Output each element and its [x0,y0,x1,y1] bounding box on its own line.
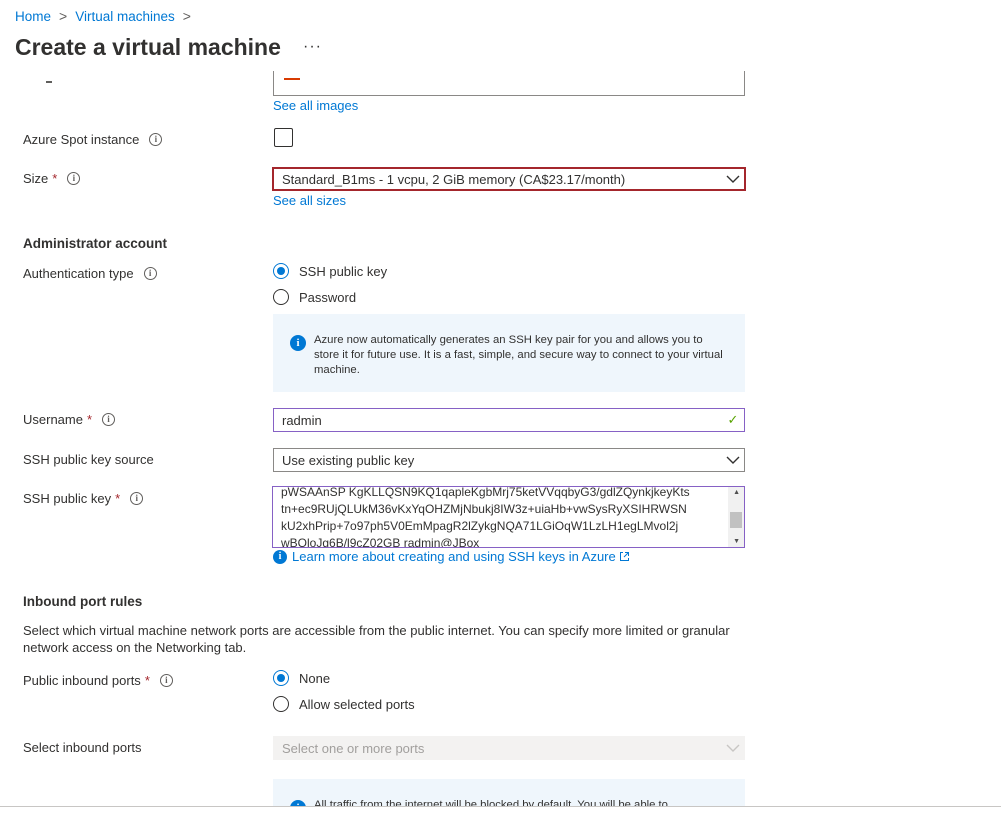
required-marker: * [86,412,93,427]
inbound-rules-description: Select which virtual machine network por… [23,623,730,655]
chevron-down-icon [722,737,744,759]
external-link-icon [619,552,629,561]
form-scroll-area[interactable]: See all images Azure Spot instance i Siz… [0,71,1001,807]
public-ports-option-none[interactable]: None [273,670,330,686]
breadcrumb: Home > Virtual machines > [15,8,199,24]
public-ports-label: Public inbound ports * i [23,673,173,688]
see-all-images-link[interactable]: See all images [273,98,358,113]
radio-unselected-icon[interactable] [273,696,289,712]
ssh-key-line: wBQloJg6B/l9cZ02GB radmin@JBox [281,536,480,548]
admin-account-heading: Administrator account [23,236,168,251]
spot-instance-checkbox[interactable] [274,128,293,147]
public-ports-option-allow[interactable]: Allow selected ports [273,696,415,712]
select-ports-dropdown[interactable]: Select one or more ports [273,736,745,760]
radio-unselected-icon[interactable] [273,289,289,305]
footer-divider [0,806,1001,807]
ssh-key-line: pWSAAnSP KgKLLQSN9KQ1qapleKgbMrj75ketVVq… [281,486,690,499]
spot-instance-label-text: Azure Spot instance [23,132,140,147]
public-ports-option-allow-label: Allow selected ports [299,696,415,712]
breadcrumb-separator: > [182,8,191,24]
more-options-button[interactable]: ··· [303,38,322,56]
info-icon[interactable]: i [159,674,173,687]
auth-type-label-text: Authentication type [23,266,134,281]
username-value: radmin [282,412,322,428]
size-dropdown-value: Standard_B1ms - 1 vcpu, 2 GiB memory (CA… [282,171,626,187]
image-select-partial[interactable] [273,71,745,96]
ssh-key-line: tn+ec9RUjQLUkM36vKxYqOHZMjNbukj8IW3z+uia… [281,502,687,516]
size-label-text: Size [23,171,49,186]
select-ports-placeholder: Select one or more ports [282,740,425,756]
size-label: Size * i [23,171,81,186]
key-source-label-text: SSH public key source [23,452,154,467]
required-marker: * [115,491,121,506]
select-ports-label-text: Select inbound ports [23,740,142,755]
info-icon[interactable]: i [102,413,116,426]
chevron-down-icon [722,168,744,190]
key-source-value: Use existing public key [282,452,415,468]
required-marker: * [144,673,150,688]
info-icon[interactable]: i [143,267,157,280]
breadcrumb-home-link[interactable]: Home [15,9,51,24]
auth-option-password[interactable]: Password [273,289,356,305]
ssh-key-text: pWSAAnSP KgKLLQSN9KQ1qapleKgbMrj75ketVVq… [281,486,721,548]
chevron-down-icon [722,449,744,471]
auth-type-label: Authentication type i [23,266,157,281]
spot-instance-label: Azure Spot instance i [23,132,163,147]
key-source-label: SSH public key source [23,452,154,467]
ssh-key-line: kU2xhPrip+7o97ph5V0EmMpagR2lZykgNQA71LGi… [281,519,679,533]
image-label-partial [46,81,52,83]
checkmark-icon: ✓ [727,412,739,427]
auth-option-password-label: Password [299,289,357,305]
breadcrumb-virtual-machines-link[interactable]: Virtual machines [75,9,175,24]
select-ports-label: Select inbound ports [23,740,142,755]
radio-selected-icon[interactable] [273,670,289,686]
auth-option-ssh-label: SSH public key [299,263,388,279]
learn-more-ssh-link[interactable]: Learn more about creating and using SSH … [292,549,616,564]
ssh-key-label-text: SSH public key [23,491,112,506]
inbound-info-box: i All traffic from the internet will be … [273,779,745,807]
size-dropdown[interactable]: Standard_B1ms - 1 vcpu, 2 GiB memory (CA… [272,167,746,191]
ssh-key-label: SSH public key * i [23,491,144,506]
textarea-scrollbar[interactable]: ▲ ▼ [728,487,744,547]
scroll-up-icon[interactable]: ▲ [733,489,740,496]
see-all-sizes-link[interactable]: See all sizes [273,193,346,208]
auth-option-ssh[interactable]: SSH public key [273,263,387,279]
username-label-text: Username [23,412,83,427]
radio-selected-icon[interactable] [273,263,289,279]
inbound-rules-heading: Inbound port rules [23,594,143,609]
ssh-info-text: Azure now automatically generates an SSH… [314,334,723,376]
username-input[interactable]: radmin ✓ [273,408,745,432]
public-ports-option-none-label: None [299,670,331,686]
ssh-key-textarea[interactable]: pWSAAnSP KgKLLQSN9KQ1qapleKgbMrj75ketVVq… [272,486,745,548]
info-icon: i [290,335,306,351]
key-source-dropdown[interactable]: Use existing public key [273,448,745,472]
username-label: Username * i [23,412,116,427]
image-marker [284,78,300,80]
ssh-info-box: i Azure now automatically generates an S… [273,314,745,392]
info-icon[interactable]: i [130,492,144,505]
info-icon[interactable]: i [149,133,163,146]
breadcrumb-separator: > [59,8,68,24]
required-marker: * [52,171,58,186]
public-ports-label-text: Public inbound ports [23,673,141,688]
scrollbar-thumb[interactable] [730,512,742,528]
learn-more-ssh[interactable]: i Learn more about creating and using SS… [273,549,630,564]
page-title: Create a virtual machine [15,34,281,60]
info-icon: i [273,549,287,564]
info-icon[interactable]: i [67,172,81,185]
scroll-down-icon[interactable]: ▼ [733,538,740,545]
